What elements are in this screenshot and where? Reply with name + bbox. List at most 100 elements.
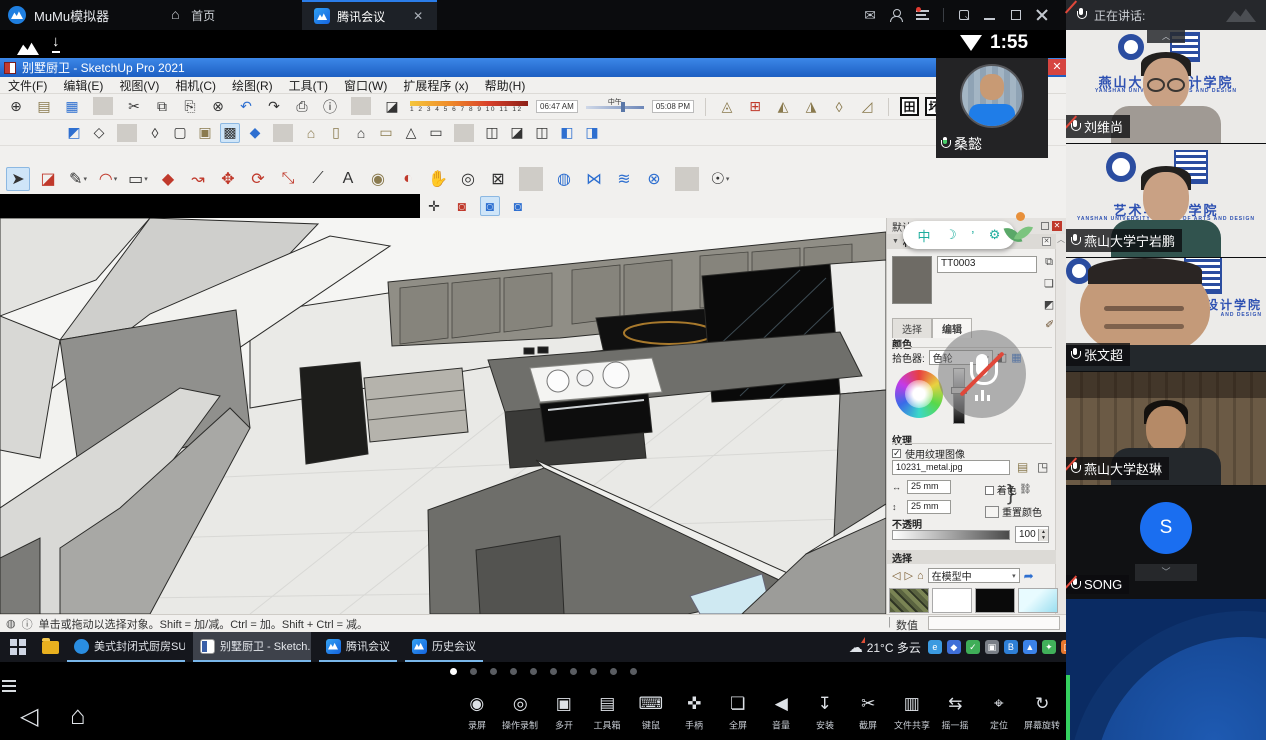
sketchup-title-bar[interactable]: 别墅厨卫 - SketchUp Pro 2021 ✕ [0, 58, 1066, 77]
print-icon[interactable]: ⎙ [292, 97, 312, 117]
copy-icon[interactable]: ⧉ [152, 97, 172, 117]
monochrome-style-icon[interactable]: ◆ [245, 123, 265, 143]
user-account-icon[interactable] [890, 9, 902, 21]
close-icon[interactable] [1036, 9, 1048, 21]
tray-close-icon[interactable]: ✕ [1052, 221, 1062, 231]
section-c-icon[interactable]: ◙ [508, 196, 528, 216]
section-a-icon[interactable]: ◙ [452, 196, 472, 216]
muted-mic-overlay[interactable] [938, 330, 1026, 418]
shaded-textures-style-icon[interactable]: ▩ [220, 123, 240, 143]
fullscreen-icon[interactable]: ❏ 全屏 [716, 694, 760, 732]
new-icon[interactable]: ⊕ [6, 97, 26, 117]
rotate-screen-icon[interactable]: ↻ 屏幕旋转 [1021, 694, 1065, 732]
paste-icon[interactable]: ⎘ [180, 97, 200, 117]
outer-shell-icon[interactable]: ☉ [708, 167, 732, 191]
mail-icon[interactable]: ✉ [864, 7, 876, 24]
zoom-tool-icon[interactable]: ◎ [456, 167, 480, 191]
location-icon[interactable]: ⌖ 定位 [977, 694, 1021, 732]
collapse-icon[interactable]: ▼ [892, 238, 899, 245]
forward-arrow-icon[interactable]: ▷ [904, 569, 912, 582]
restore-window-icon[interactable] [958, 9, 970, 21]
spin-down-icon[interactable]: ▼ [1041, 535, 1046, 541]
materials-close-icon[interactable]: ✕ [1042, 237, 1051, 246]
maximize-icon[interactable] [1010, 9, 1022, 21]
texture-filename-input[interactable]: 10231_metal.jpg [892, 460, 1010, 475]
front-view-icon[interactable]: ▯ [326, 123, 346, 143]
sandbox-from-scratch-icon[interactable]: ⊞ [745, 97, 765, 117]
menu-icon[interactable] [916, 10, 929, 20]
shadow-month-ruler[interactable]: 1 2 3 4 5 6 7 8 9 10 11 12 [410, 101, 528, 113]
bluetooth-tray-icon[interactable]: B [1004, 640, 1018, 654]
pushpull-tool-icon[interactable]: ◆ [156, 167, 180, 191]
zoom-extents-icon[interactable]: ⊠ [486, 167, 510, 191]
taskbar-browser[interactable]: 美式封闭式厨房SU... [67, 632, 185, 662]
material-name-input[interactable]: TT0003 [937, 256, 1037, 273]
iso-view-icon[interactable]: ⌂ [301, 123, 321, 143]
android-back-button[interactable]: ◁ [20, 702, 38, 731]
curic-section-icon[interactable]: ◍ [552, 167, 576, 191]
geolocation-icon[interactable]: ◍ [6, 617, 16, 630]
toolbox-icon[interactable]: ▤ 工具箱 [586, 694, 630, 732]
curic-sync-icon[interactable]: ⊗ [642, 167, 666, 191]
section-cut-icon[interactable]: ◫ [532, 123, 552, 143]
section-plane-icon[interactable]: ◫ [482, 123, 502, 143]
curic-stack-icon[interactable]: ≋ [612, 167, 636, 191]
browse-texture-icon[interactable]: ▤ [1017, 460, 1028, 474]
scale-tool-icon[interactable]: ⤡ [276, 167, 300, 191]
tab-home[interactable]: ⌂ 首页 [159, 0, 227, 30]
rectangle-tool-icon[interactable]: ▭ [126, 167, 150, 191]
undo-icon[interactable]: ↶ [236, 97, 256, 117]
menu-item[interactable]: 编辑(E) [63, 77, 103, 94]
taskbar-meeting[interactable]: 腾讯会议 [319, 632, 397, 662]
file-explorer-icon[interactable] [42, 641, 59, 654]
tab-close-icon[interactable]: ✕ [411, 9, 425, 23]
participant-tile[interactable]: S ︿ ﹀ SONG [1066, 486, 1266, 599]
help-info-icon[interactable]: ⓘ [22, 616, 33, 632]
viewport-3d[interactable] [0, 218, 886, 614]
gamepad-icon[interactable]: ✜ 手柄 [673, 694, 717, 732]
collection-dropdown[interactable]: 在模型中▾ [928, 568, 1020, 583]
page-dot[interactable] [550, 668, 557, 675]
mumu-tray-icon[interactable]: ▲ [1023, 640, 1037, 654]
page-dot[interactable] [450, 668, 457, 675]
weather-widget[interactable]: ☁ 21°C 多云 [849, 639, 921, 656]
rotate-tool-icon[interactable]: ⟳ [246, 167, 270, 191]
use-texture-checkbox[interactable] [892, 449, 901, 458]
stamp-icon[interactable]: ◮ [801, 97, 821, 117]
followme-tool-icon[interactable]: ↝ [186, 167, 210, 191]
material-swatch[interactable] [932, 588, 972, 613]
android-home-button[interactable]: ⌂ [70, 700, 86, 731]
shadow-toggle-icon[interactable]: ◪ [382, 97, 402, 117]
cut-icon[interactable]: ✂ [124, 97, 144, 117]
menu-item[interactable]: 绘图(R) [232, 77, 273, 94]
antivirus-tray-icon[interactable]: ✓ [966, 640, 980, 654]
display-secondary-pane-icon[interactable]: ⧉ [1045, 256, 1053, 269]
edit-texture-icon[interactable]: ◳ [1037, 460, 1048, 474]
in-model-icon[interactable]: ⌂ [917, 570, 924, 582]
separator[interactable] [117, 124, 137, 142]
pan-tool-icon[interactable]: ✋ [426, 167, 450, 191]
separator[interactable] [454, 124, 474, 142]
multi-instance-icon[interactable]: ▣ 多开 [542, 694, 586, 732]
move-tool-icon[interactable]: ✥ [216, 167, 240, 191]
ime-punctuation-icon[interactable]: ’ [971, 228, 974, 243]
menu-item[interactable]: 相机(C) [175, 77, 216, 94]
separator[interactable] [93, 97, 113, 115]
page-dot[interactable] [530, 668, 537, 675]
page-dot[interactable] [610, 668, 617, 675]
material-swatch[interactable] [1018, 588, 1058, 613]
menu-item[interactable]: 帮助(H) [485, 77, 526, 94]
aspect-lock-icon[interactable]: ⛓ [1019, 484, 1032, 495]
save-icon[interactable]: ▦ [62, 97, 82, 117]
page-dot[interactable] [490, 668, 497, 675]
separator[interactable] [351, 97, 371, 115]
ime-chinese-icon[interactable]: 中 [918, 226, 931, 245]
color-wheel[interactable] [895, 370, 943, 418]
expand-chevron-icon[interactable]: ﹀ [1135, 564, 1197, 581]
sandbox-from-contours-icon[interactable]: ◬ [717, 97, 737, 117]
page-dot[interactable] [630, 668, 637, 675]
menu-item[interactable]: 扩展程序 (x) [403, 77, 468, 94]
slider-handle[interactable] [621, 102, 625, 112]
curic-mirror-icon[interactable]: ⋈ [582, 167, 606, 191]
taskbar-sketchup[interactable]: 别墅厨卫 - Sketch... [193, 632, 311, 662]
